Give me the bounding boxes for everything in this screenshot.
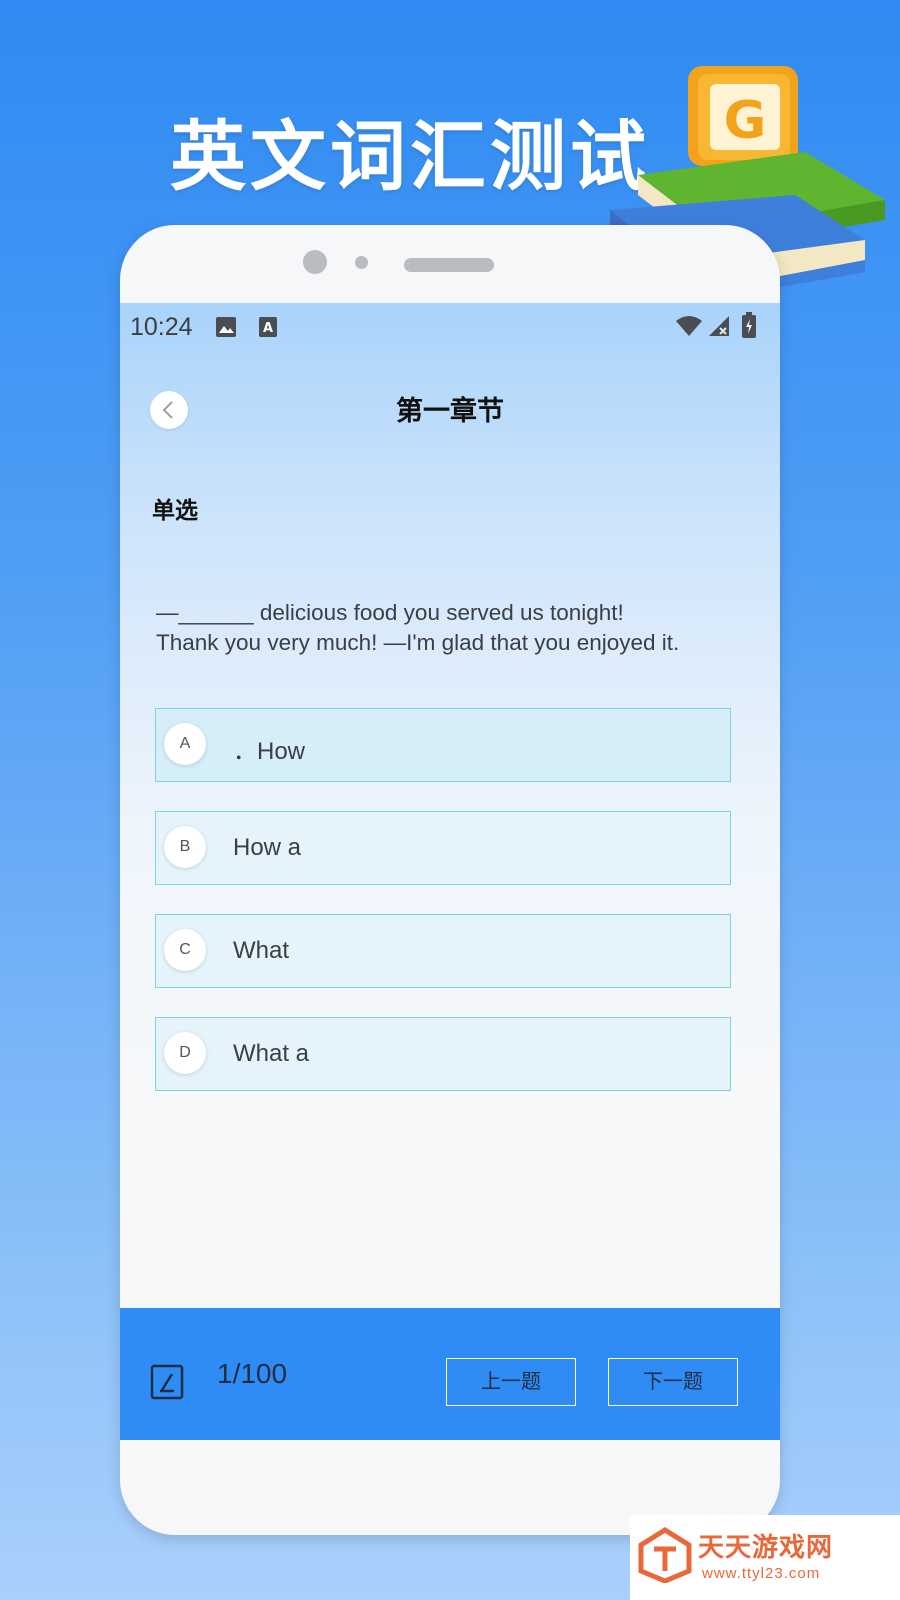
- option-a[interactable]: A ．How: [155, 708, 731, 782]
- svg-text:G: G: [724, 91, 767, 151]
- progress-counter: 1/100: [217, 1358, 288, 1389]
- option-text: What a: [233, 1040, 310, 1067]
- a-icon: A: [259, 317, 277, 337]
- signal-icon: [709, 316, 729, 336]
- sensor: [355, 256, 368, 269]
- question-line-2: Thank you very much! —I'm glad that you …: [156, 630, 680, 655]
- page-title: 第一章节: [396, 396, 504, 426]
- front-camera: [303, 250, 327, 274]
- option-letter: D: [164, 1032, 206, 1074]
- bottom-bar: 1/100 上一题 下一题: [120, 1308, 780, 1440]
- watermark-name: 天天游戏网: [698, 1533, 834, 1563]
- question-type-label: 单选: [152, 497, 198, 523]
- prev-question-button[interactable]: 上一题: [446, 1358, 576, 1406]
- wifi-icon: [676, 316, 702, 336]
- battery-icon: [742, 312, 756, 338]
- option-c[interactable]: C What: [155, 914, 731, 988]
- option-letter: B: [164, 826, 206, 868]
- site-logo-icon: [638, 1527, 692, 1583]
- speaker: [404, 258, 494, 272]
- option-letter: A: [164, 723, 206, 765]
- status-bar: 10:24 A: [120, 303, 780, 353]
- phone-frame: 10:24 A 第一章节 单选 —______ delicious food y…: [120, 225, 780, 1535]
- question-text: —______ delicious food you served us ton…: [156, 598, 756, 658]
- option-b[interactable]: B How a: [155, 811, 731, 885]
- option-letter: C: [164, 929, 206, 971]
- letter-block-icon: G: [688, 66, 798, 166]
- watermark: 天天游戏网 www.ttyl23.com: [630, 1515, 900, 1600]
- option-d[interactable]: D What a: [155, 1017, 731, 1091]
- next-question-button[interactable]: 下一题: [608, 1358, 738, 1406]
- app-screen: 10:24 A 第一章节 单选 —______ delicious food y…: [120, 303, 780, 1463]
- answer-sheet-icon[interactable]: [150, 1364, 184, 1400]
- option-text: How a: [233, 834, 302, 861]
- watermark-url: www.ttyl23.com: [702, 1565, 821, 1582]
- option-text: ．How: [233, 738, 306, 765]
- svg-text:A: A: [263, 321, 273, 336]
- question-line-1: —______ delicious food you served us ton…: [156, 600, 624, 625]
- option-text: What: [233, 937, 290, 964]
- image-icon: [216, 317, 236, 337]
- status-time: 10:24: [130, 313, 193, 341]
